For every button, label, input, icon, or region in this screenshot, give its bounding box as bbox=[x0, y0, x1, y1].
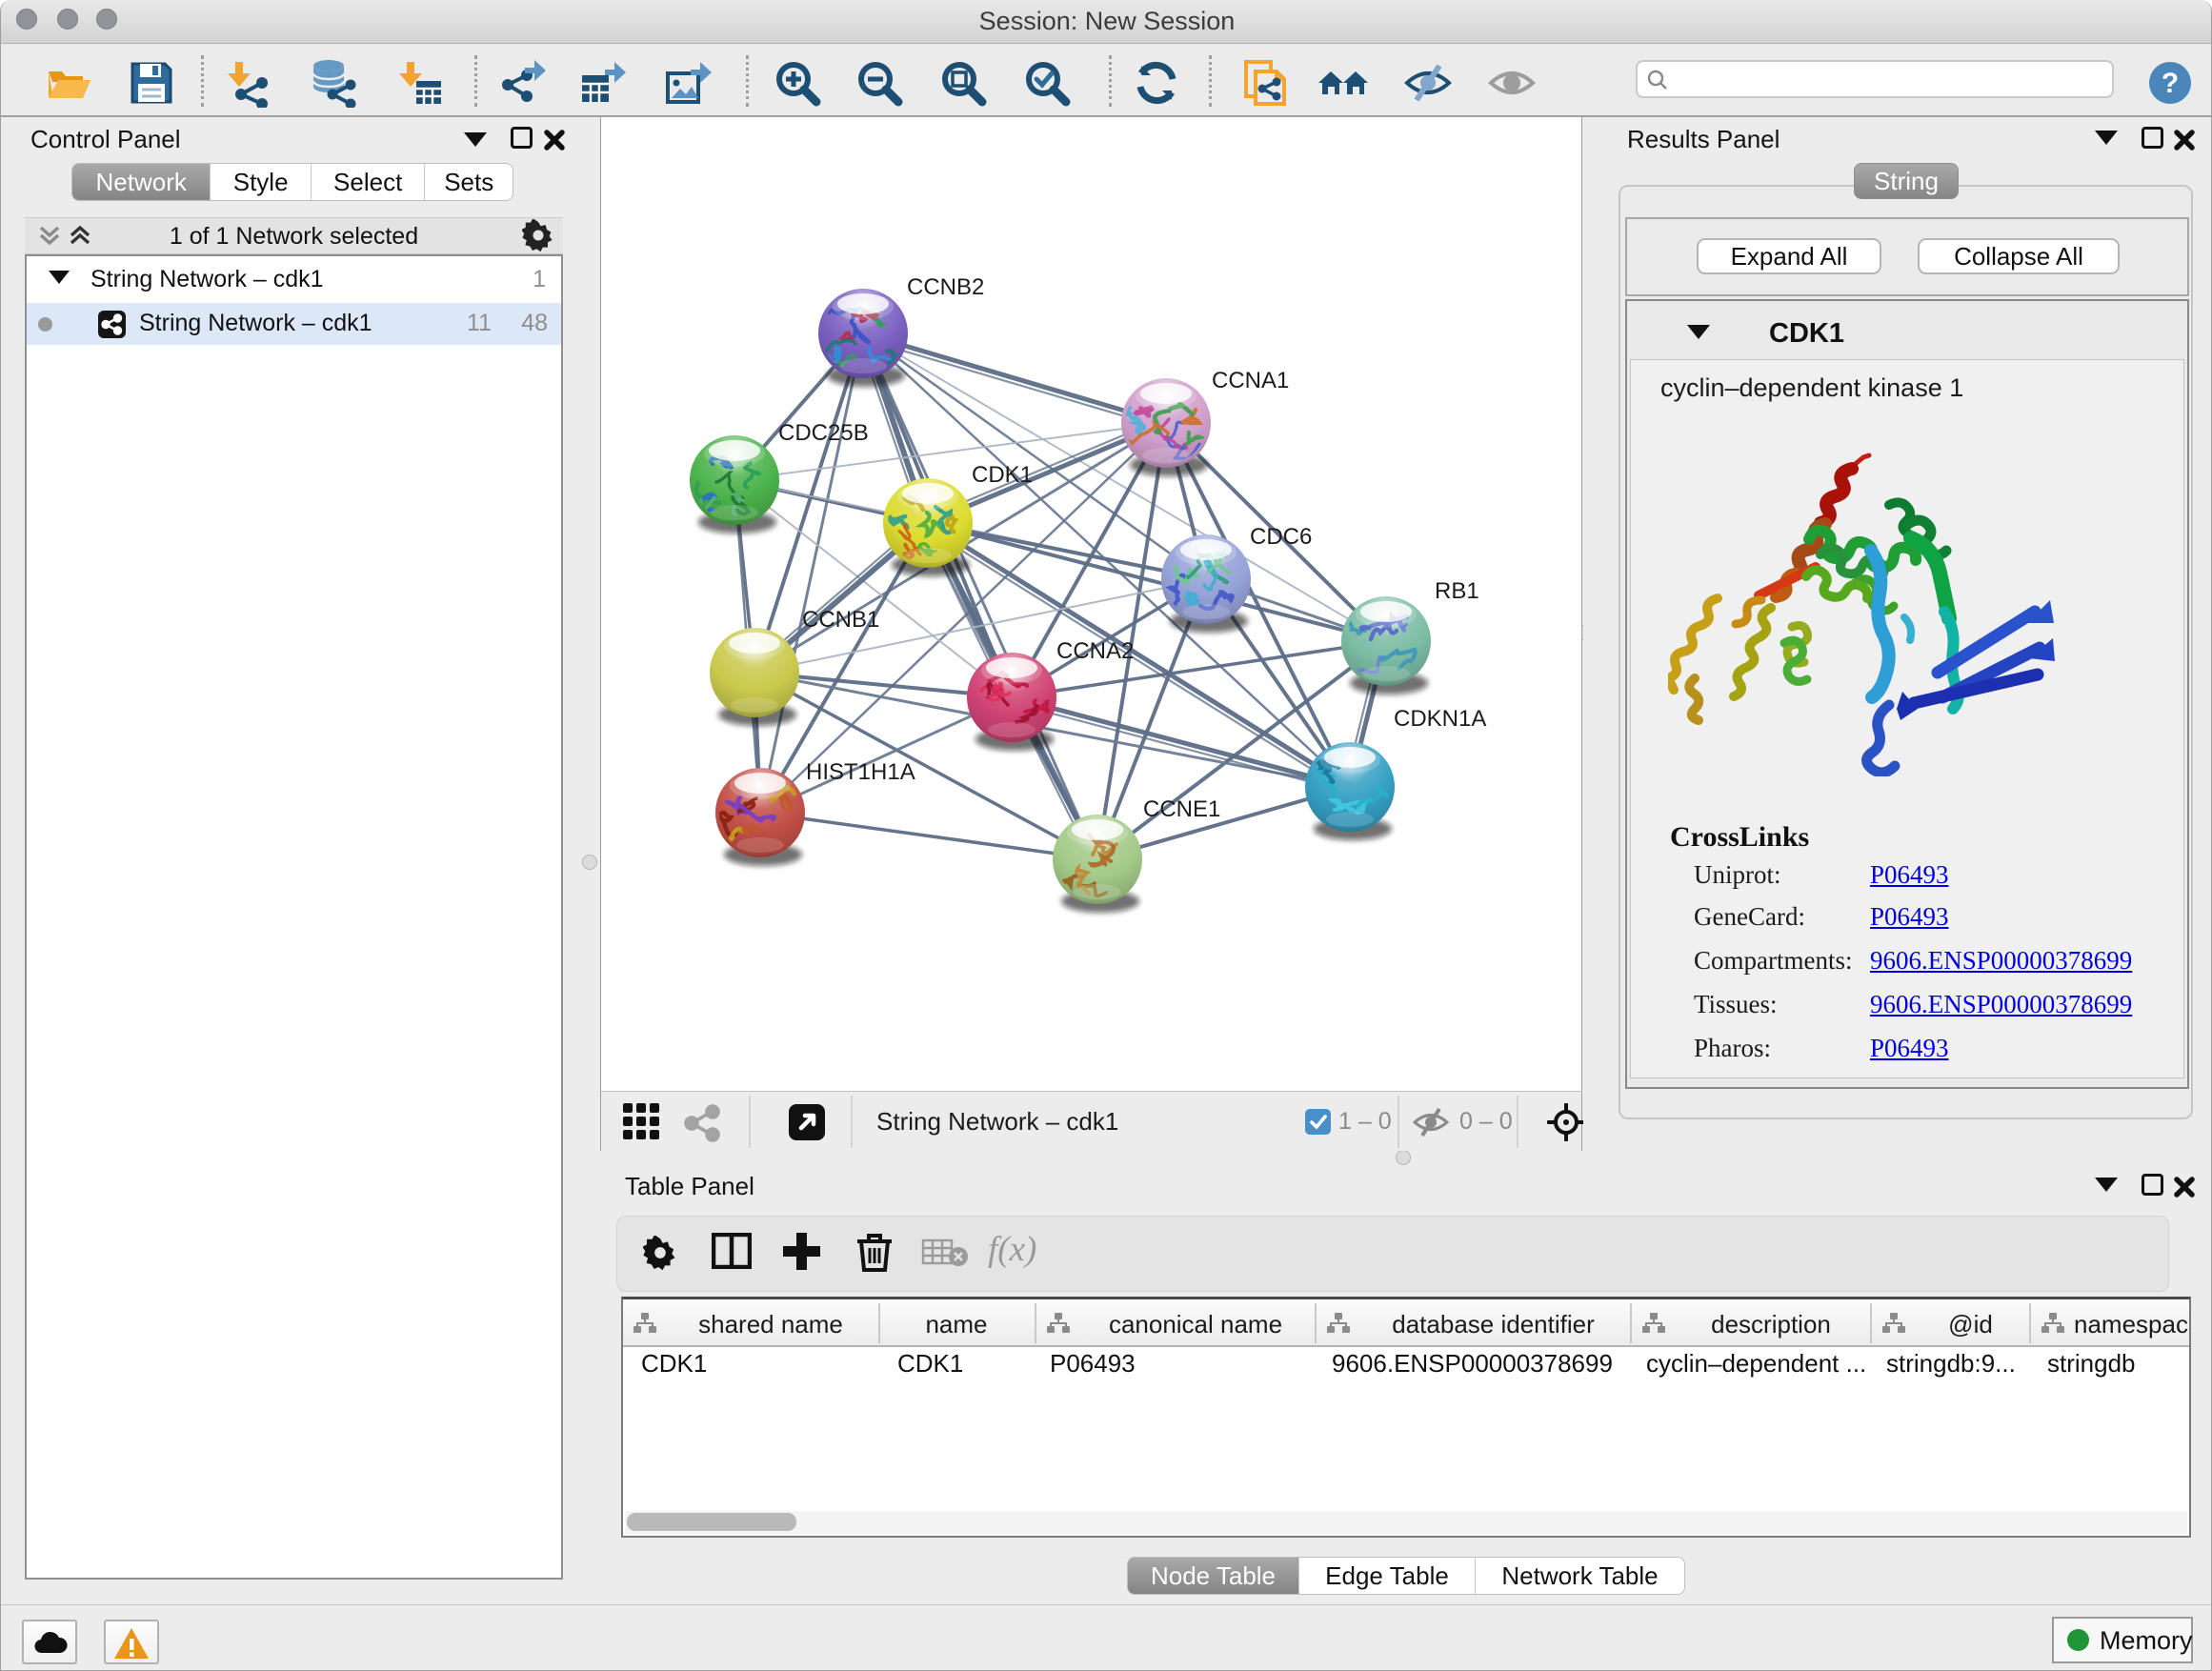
svg-text:CDK1: CDK1 bbox=[972, 462, 1033, 488]
svg-text:CDC6: CDC6 bbox=[1250, 524, 1312, 550]
svg-text:CDKN1A: CDKN1A bbox=[1394, 706, 1486, 732]
svg-text:CDC25B: CDC25B bbox=[778, 420, 869, 446]
svg-text:RB1: RB1 bbox=[1435, 578, 1479, 604]
svg-text:CCNA1: CCNA1 bbox=[1212, 368, 1289, 393]
svg-text:?: ? bbox=[2162, 68, 2179, 99]
svg-text:CCNB2: CCNB2 bbox=[907, 274, 984, 300]
svg-text:HIST1H1A: HIST1H1A bbox=[806, 759, 915, 785]
svg-text:CCNB1: CCNB1 bbox=[802, 607, 879, 633]
svg-text:CCNE1: CCNE1 bbox=[1143, 796, 1220, 822]
svg-text:CCNA2: CCNA2 bbox=[1056, 638, 1134, 664]
